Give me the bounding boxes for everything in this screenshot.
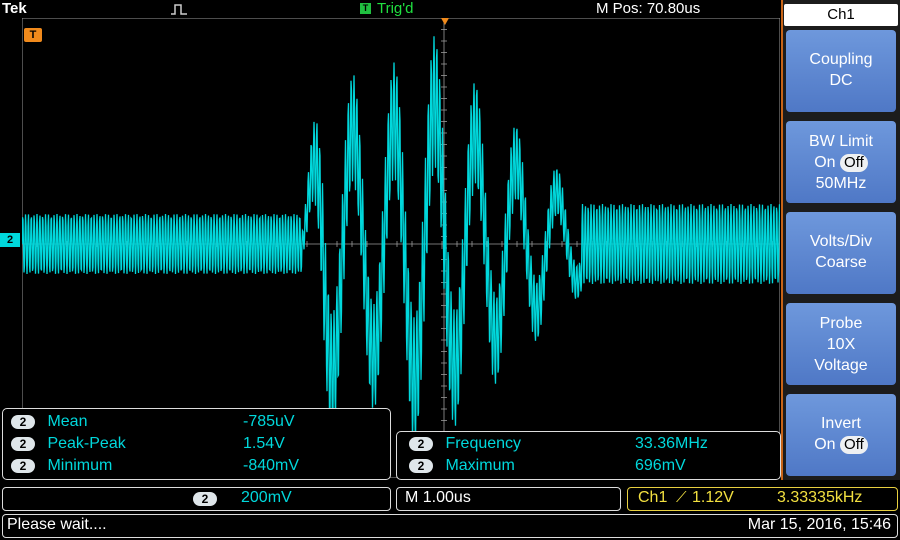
timebase: M 1.00us xyxy=(405,489,471,506)
coupling-label: Coupling xyxy=(809,51,873,68)
timebase-readout[interactable]: M 1.00us xyxy=(396,487,621,511)
measurement-label: Minimum xyxy=(47,457,113,474)
measurements-panel-left: 2 Mean -785uV 2 Peak-Peak 1.54V 2 Minimu… xyxy=(2,408,391,480)
bw-limit-label: BW Limit xyxy=(809,133,873,150)
channel-badge: 2 xyxy=(11,414,35,429)
volts-div-value: Coarse xyxy=(815,254,867,271)
probe-button[interactable]: Probe 10X Voltage xyxy=(786,303,896,385)
bw-limit-value: 50MHz xyxy=(815,175,867,192)
invert-toggle: On Off xyxy=(786,434,896,455)
measurement-peak-peak: 2 Peak-Peak xyxy=(11,435,126,453)
bw-limit-off: Off xyxy=(840,154,868,172)
channel-badge: 2 xyxy=(11,458,35,473)
menu-title: Ch1 xyxy=(784,4,898,26)
bw-limit-toggle: On Off xyxy=(786,152,896,173)
trigger-status: Trig'd xyxy=(377,0,414,17)
invert-button[interactable]: Invert On Off xyxy=(786,394,896,476)
probe-type: Voltage xyxy=(814,357,868,374)
invert-off: Off xyxy=(840,436,868,454)
measurement-label: Peak-Peak xyxy=(47,435,126,452)
channel-badge: 2 xyxy=(11,436,35,451)
brand-logo: Tek xyxy=(2,0,27,17)
measurement-mean: 2 Mean xyxy=(11,413,87,431)
measurement-value: 1.54V xyxy=(243,435,285,452)
measurement-label: Frequency xyxy=(445,435,522,452)
volts-div-label: Volts/Div xyxy=(809,233,873,250)
trigger-level: 1.12V xyxy=(692,489,734,506)
channel-badge: 2 xyxy=(409,436,433,451)
trigger-slope-icon: ⟋ xyxy=(676,489,687,506)
trigger-marker-icon[interactable]: T xyxy=(24,28,42,42)
channel-2-marker-icon[interactable]: 2 xyxy=(0,233,20,247)
pulse-trigger-icon xyxy=(171,4,187,15)
trigger-source: Ch1 xyxy=(638,489,668,506)
vertical-scale: 200mV xyxy=(241,489,292,506)
trigger-status-icon: T xyxy=(360,3,371,14)
channel-badge: 2 xyxy=(409,458,433,473)
status-message: Please wait.... xyxy=(7,516,107,533)
vertical-scale-readout[interactable]: 2 200mV xyxy=(2,487,391,511)
datetime: Mar 15, 2016, 15:46 xyxy=(747,516,891,533)
probe-label: Probe xyxy=(819,315,863,332)
measurement-value: 33.36MHz xyxy=(635,435,708,452)
footer-box: Please wait.... Mar 15, 2016, 15:46 xyxy=(2,514,898,538)
footer-bar: Please wait.... Mar 15, 2016, 15:46 xyxy=(0,514,900,540)
channel-badge: 2 xyxy=(193,492,217,506)
measurement-label: Maximum xyxy=(445,457,515,474)
coupling-button[interactable]: Coupling DC xyxy=(786,30,896,112)
bw-limit-button[interactable]: BW Limit On Off 50MHz xyxy=(786,121,896,203)
measurement-value: -840mV xyxy=(243,457,300,474)
measurement-frequency: 2 Frequency xyxy=(409,435,521,453)
measurement-label: Mean xyxy=(47,413,88,430)
volts-div-button[interactable]: Volts/Div Coarse xyxy=(786,212,896,294)
measurement-minimum: 2 Minimum xyxy=(11,457,112,475)
measurements-panel-right: 2 Frequency 33.36MHz 2 Maximum 696mV xyxy=(396,431,781,480)
measurement-value: 696mV xyxy=(635,457,686,474)
horizontal-position-readout: M Pos: 70.80us xyxy=(596,0,701,17)
invert-label: Invert xyxy=(820,415,861,432)
coupling-value: DC xyxy=(829,72,853,89)
probe-attenuation: 10X xyxy=(826,336,856,353)
invert-on: On xyxy=(814,436,836,453)
trigger-readout[interactable]: Ch1 ⟋ 1.12V 3.33335kHz xyxy=(627,487,898,511)
trigger-frequency: 3.33335kHz xyxy=(777,489,863,506)
measurement-value: -785uV xyxy=(243,413,295,430)
measurement-maximum: 2 Maximum xyxy=(409,457,515,475)
bw-limit-on: On xyxy=(814,154,836,171)
